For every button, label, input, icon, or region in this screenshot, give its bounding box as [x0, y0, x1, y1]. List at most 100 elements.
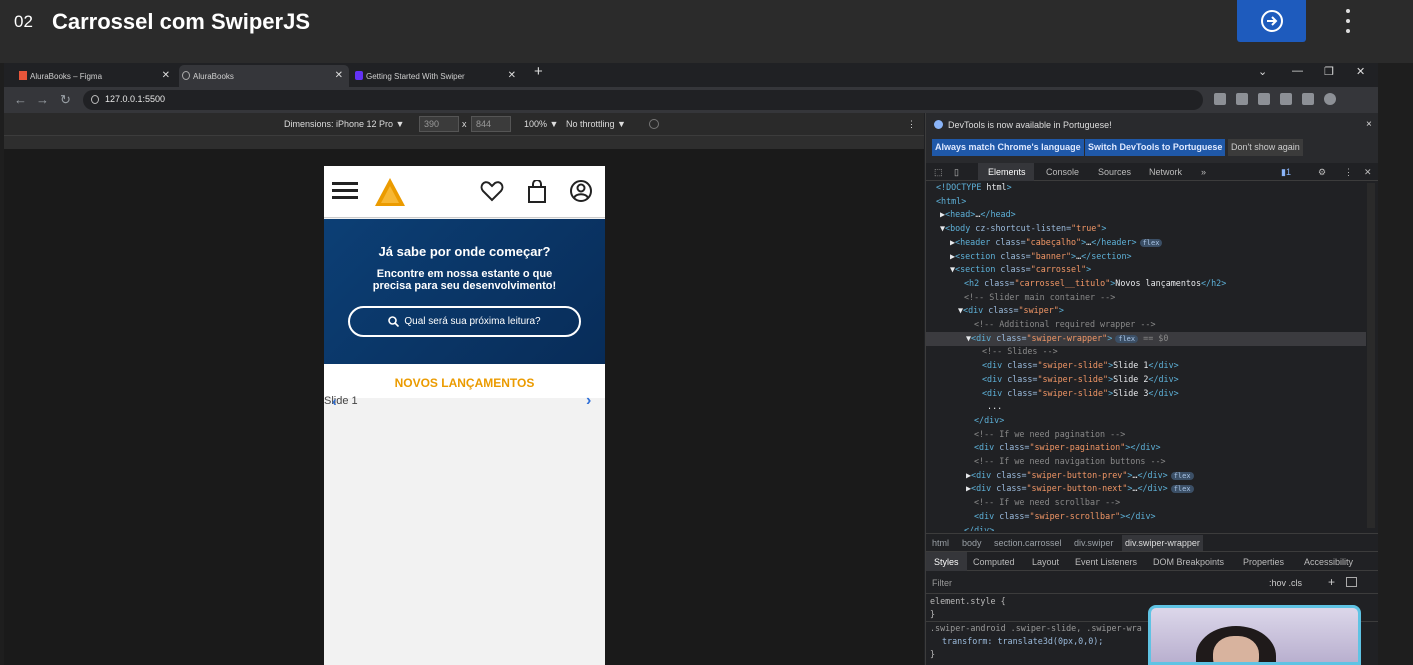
- dom-node-line[interactable]: <!-- Slider main container -->: [926, 291, 1115, 305]
- dom-node-line[interactable]: <div class="swiper-slide">Slide 2</div>: [926, 373, 1179, 387]
- flex-badge[interactable]: flex: [1115, 334, 1139, 343]
- dom-node-line[interactable]: ▼<body cz-shortcut-listen="true">: [926, 222, 1106, 236]
- browser-tab-swiper[interactable]: Getting Started With Swiper ✕: [352, 65, 522, 87]
- zoom-select[interactable]: 100% ▼: [524, 119, 558, 129]
- filter-tools[interactable]: :hov .cls: [1269, 578, 1302, 588]
- issues-icon[interactable]: ▮1: [1281, 167, 1291, 178]
- dom-node-line[interactable]: ▶<div class="swiper-button-next">…</div>…: [926, 482, 1194, 496]
- sidebar-icon[interactable]: [1302, 93, 1314, 105]
- share-icon[interactable]: [1214, 93, 1226, 105]
- reload-icon[interactable]: ↻: [60, 92, 71, 108]
- dom-node-line[interactable]: ▼<div class="swiper-wrapper"> flex == $0: [926, 331, 1366, 346]
- alurabooks-logo-icon[interactable]: [375, 178, 405, 206]
- swiper-next-icon[interactable]: ›: [586, 392, 591, 410]
- extension-icon[interactable]: [1258, 93, 1270, 105]
- dom-node-line[interactable]: <!DOCTYPE html>: [926, 181, 1012, 195]
- crumb-section[interactable]: section.carrossel: [994, 538, 1062, 548]
- more-vert-icon[interactable]: ⋮: [907, 119, 916, 130]
- star-icon[interactable]: [1236, 93, 1248, 105]
- dom-node-line[interactable]: <!-- If we need scrollbar -->: [926, 496, 1120, 510]
- back-icon[interactable]: ←: [14, 92, 27, 107]
- dont-show-button[interactable]: Don't show again: [1228, 139, 1303, 156]
- tab-accessibility[interactable]: Accessibility: [1304, 557, 1353, 567]
- dom-node-line[interactable]: <!-- Slides -->: [926, 345, 1058, 359]
- dom-node-line[interactable]: ▶<div class="swiper-button-prev">…</div>…: [926, 469, 1194, 483]
- dom-node-line[interactable]: <div class="swiper-pagination"></div>: [926, 441, 1161, 455]
- match-language-button[interactable]: Always match Chrome's language: [932, 139, 1084, 156]
- swiper-prev-icon[interactable]: ‹: [332, 393, 337, 409]
- hamburger-menu-icon[interactable]: [332, 181, 358, 201]
- dom-node-line[interactable]: </div>: [926, 414, 1004, 428]
- tab-sources[interactable]: Sources: [1098, 167, 1131, 177]
- flex-badge[interactable]: flex: [1170, 471, 1194, 480]
- toggle-sidebar-icon[interactable]: [1346, 577, 1357, 587]
- filter-input[interactable]: Filter: [932, 578, 952, 588]
- crumb-html[interactable]: html: [932, 538, 949, 548]
- tab-elements[interactable]: Elements: [978, 163, 1034, 181]
- user-icon[interactable]: [569, 179, 593, 203]
- dom-node-line[interactable]: <!-- Additional required wrapper -->: [926, 318, 1156, 332]
- dom-node-line[interactable]: <div class="swiper-scrollbar"></div>: [926, 510, 1156, 524]
- search-input[interactable]: Qual será sua próxima leitura?: [348, 306, 581, 337]
- puzzle-icon[interactable]: [1280, 93, 1292, 105]
- tab-properties[interactable]: Properties: [1243, 557, 1284, 567]
- crumb-swiper-wrapper[interactable]: div.swiper-wrapper: [1122, 535, 1203, 551]
- dom-node-line[interactable]: <div class="swiper-slide">Slide 3</div>: [926, 387, 1179, 401]
- dom-node-line[interactable]: ▼<section class="carrossel">: [926, 263, 1091, 277]
- window-close-icon[interactable]: ✕: [1356, 65, 1365, 78]
- tab-dom-breakpoints[interactable]: DOM Breakpoints: [1153, 557, 1224, 567]
- browser-tab-alurabooks[interactable]: AluraBooks ✕: [179, 65, 349, 87]
- settings-gear-icon[interactable]: ⚙: [1318, 167, 1326, 178]
- switch-language-button[interactable]: Switch DevTools to Portuguese: [1085, 139, 1226, 156]
- add-rule-icon[interactable]: +: [1328, 575, 1335, 589]
- close-icon[interactable]: ✕: [335, 70, 343, 81]
- dom-node-line[interactable]: ▶<head>…</head>: [926, 208, 1016, 222]
- close-icon[interactable]: ✕: [508, 70, 516, 81]
- url-field[interactable]: 127.0.0.1:5500: [83, 90, 1203, 110]
- device-select[interactable]: Dimensions: iPhone 12 Pro ▼: [284, 119, 404, 129]
- more-options-icon[interactable]: [1338, 9, 1358, 33]
- tab-event-listeners[interactable]: Event Listeners: [1075, 557, 1137, 567]
- more-tabs-icon[interactable]: »: [1201, 167, 1206, 177]
- more-vert-icon[interactable]: ⋮: [1344, 167, 1353, 178]
- next-lesson-button[interactable]: [1237, 0, 1306, 42]
- width-input[interactable]: 390: [419, 116, 459, 132]
- dom-node-line[interactable]: ▶<header class="cabeçalho">…</header> fle…: [926, 236, 1163, 250]
- close-icon[interactable]: ×: [1366, 119, 1372, 130]
- flex-badge[interactable]: flex: [1139, 238, 1163, 247]
- device-toggle-icon[interactable]: ▯: [954, 167, 959, 178]
- dom-node-line[interactable]: <html>: [926, 195, 966, 209]
- profile-icon[interactable]: [1324, 93, 1336, 105]
- chevron-down-icon[interactable]: ⌄: [1258, 65, 1267, 78]
- dom-node-line[interactable]: </div>: [926, 524, 994, 532]
- dom-node-line[interactable]: <div class="swiper-slide">Slide 1</div>: [926, 359, 1179, 373]
- dom-node-line[interactable]: ▼<div class="swiper">: [926, 304, 1064, 318]
- dom-node-line[interactable]: <!-- If we need pagination -->: [926, 428, 1125, 442]
- maximize-icon[interactable]: ❐: [1324, 65, 1334, 78]
- height-input[interactable]: 844: [471, 116, 511, 132]
- dom-node-line[interactable]: <h2 class="carrossel__titulo">Novos lanç…: [926, 277, 1226, 291]
- tab-network[interactable]: Network: [1149, 167, 1182, 177]
- inspect-icon[interactable]: ⬚: [934, 167, 943, 178]
- dom-node-line[interactable]: ▶<section class="banner">…</section>: [926, 250, 1132, 264]
- throttle-select[interactable]: No throttling ▼: [566, 119, 626, 129]
- dom-node-line[interactable]: <!-- If we need navigation buttons -->: [926, 455, 1166, 469]
- crumb-swiper[interactable]: div.swiper: [1074, 538, 1113, 548]
- close-icon[interactable]: ✕: [162, 70, 170, 81]
- browser-tab-figma[interactable]: AluraBooks – Figma ✕: [16, 65, 176, 87]
- forward-icon[interactable]: →: [36, 92, 49, 107]
- close-icon[interactable]: ✕: [1364, 167, 1372, 178]
- flex-badge[interactable]: flex: [1170, 485, 1194, 494]
- elements-scrollbar[interactable]: [1367, 183, 1375, 528]
- tab-console[interactable]: Console: [1046, 167, 1079, 177]
- tab-layout[interactable]: Layout: [1032, 557, 1059, 567]
- tab-styles[interactable]: Styles: [926, 552, 967, 571]
- rotate-icon[interactable]: [649, 119, 659, 129]
- dom-node-line[interactable]: ...: [926, 400, 1007, 414]
- new-tab-icon[interactable]: +: [534, 63, 543, 80]
- minimize-icon[interactable]: —: [1292, 65, 1303, 77]
- shopping-bag-icon[interactable]: [527, 180, 547, 204]
- heart-icon[interactable]: [480, 180, 504, 202]
- crumb-body[interactable]: body: [962, 538, 982, 548]
- tab-computed[interactable]: Computed: [973, 557, 1015, 567]
